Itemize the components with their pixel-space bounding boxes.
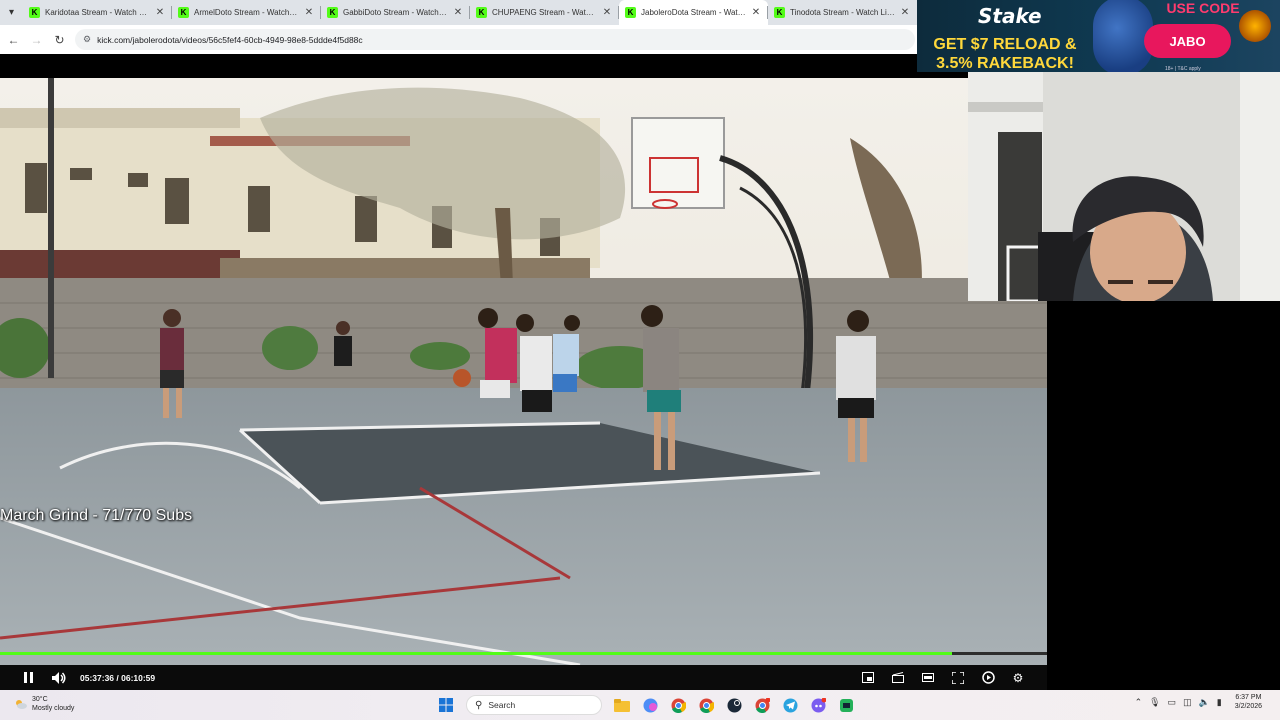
tab-search-icon[interactable]: ▾: [0, 0, 23, 25]
video-progress-bar[interactable]: [0, 652, 1047, 655]
video-time-display: 05:37:36 / 06:10:59: [80, 672, 156, 683]
ad-chip-icon: [1239, 10, 1271, 42]
tab-chupaeng[interactable]: K CHUPAENG Stream - Watch Live ✕: [470, 0, 619, 25]
miniplayer-icon[interactable]: [853, 665, 883, 690]
video-controls: 05:37:36 / 06:10:59 ⚙: [0, 665, 1047, 690]
tab-strip: ▾ K Karidotaa Stream - Watch Live ✕ K Ar…: [0, 0, 917, 25]
kick-favicon-icon: K: [327, 7, 338, 18]
playback-speed-icon[interactable]: [973, 665, 1003, 690]
display-icon[interactable]: ▭: [1168, 697, 1177, 708]
tab-gabbidoto[interactable]: K GabbiDoto Stream - Watch Live ✕: [321, 0, 470, 25]
close-tab-icon[interactable]: ✕: [154, 7, 166, 18]
weather-description: Mostly cloudy: [32, 705, 75, 712]
windows-start-icon[interactable]: [434, 693, 458, 717]
weather-temperature: 30°C: [32, 696, 48, 703]
tab-title: ArmelDoto Stream - Watch Live: [194, 8, 299, 17]
back-icon[interactable]: ←: [2, 28, 25, 51]
microphone-icon[interactable]: 🎙: [1149, 697, 1160, 708]
chevron-up-icon[interactable]: ⌃: [1135, 697, 1143, 708]
fullscreen-icon[interactable]: [943, 665, 973, 690]
webcam-feed-image: [968, 72, 1280, 301]
discord-icon[interactable]: [806, 693, 830, 717]
url-text: kick.com/jabolerodota/videos/56c5fef4-60…: [97, 34, 363, 45]
speaker-icon[interactable]: 🔈: [1199, 697, 1210, 708]
steam-icon[interactable]: [722, 693, 746, 717]
app-icon[interactable]: [834, 693, 858, 717]
tab-jabolerodota[interactable]: K JaboleroDota Stream - Watch L ✕: [619, 0, 768, 25]
clock-date: 3/2/2026: [1234, 703, 1262, 710]
ad-headline-2: 3.5% RAKEBACK!: [936, 55, 1074, 72]
kick-favicon-icon: K: [476, 7, 487, 18]
windows-taskbar: 30°C Mostly cloudy ⚲ Search ⌃ 🎙 ▭ ◫ 🔈 ▮ …: [0, 690, 1280, 720]
kick-favicon-icon: K: [625, 7, 636, 18]
tab-karidotaa[interactable]: K Karidotaa Stream - Watch Live ✕: [23, 0, 172, 25]
kick-favicon-icon: K: [29, 7, 40, 18]
streamer-webcam: [968, 72, 1280, 301]
cloud-icon: [16, 700, 27, 709]
close-tab-icon[interactable]: ✕: [899, 7, 911, 18]
chrome-app-icon[interactable]: [750, 693, 774, 717]
ad-promo-code: JABO: [1144, 24, 1231, 58]
ad-brand-logo: Stake: [978, 4, 1042, 28]
close-tab-icon[interactable]: ✕: [750, 7, 762, 18]
close-tab-icon[interactable]: ✕: [601, 7, 613, 18]
ad-headline-1: GET $7 RELOAD &: [933, 36, 1077, 53]
ad-use-code-label: USE CODE: [1166, 0, 1240, 16]
stake-ad-banner[interactable]: Stake GET $7 RELOAD & 3.5% RAKEBACK! USE…: [917, 0, 1280, 72]
search-icon: ⚲: [475, 699, 483, 711]
reload-icon[interactable]: ↻: [48, 28, 71, 51]
address-bar-row: ← → ↻ ⚙ kick.com/jabolerodota/videos/56c…: [0, 25, 917, 54]
video-frame-basketball-court: [0, 78, 1047, 665]
volume-icon[interactable]: [44, 665, 74, 690]
system-tray: ⌃ 🎙 ▭ ◫ 🔈 ▮ 6:37 PM 3/2/2026: [1135, 693, 1262, 711]
tab-title: JaboleroDota Stream - Watch L: [641, 8, 746, 17]
tab-armeldoto[interactable]: K ArmelDoto Stream - Watch Live ✕: [172, 0, 321, 25]
taskbar-apps: ⚲ Search: [434, 693, 858, 717]
tab-title: CHUPAENG Stream - Watch Live: [492, 8, 597, 17]
tab-title: Karidotaa Stream - Watch Live: [45, 8, 150, 17]
tab-tinodota[interactable]: K Tinodota Stream - Watch Live ✕: [768, 0, 917, 25]
tab-title: GabbiDoto Stream - Watch Live: [343, 8, 448, 17]
weather-widget[interactable]: 30°C Mostly cloudy: [14, 695, 74, 713]
network-icon[interactable]: ◫: [1183, 697, 1192, 708]
file-explorer-icon[interactable]: [610, 693, 634, 717]
taskbar-search-field[interactable]: ⚲ Search: [466, 695, 602, 715]
kick-favicon-icon: K: [178, 7, 189, 18]
chrome-profile-icon[interactable]: [694, 693, 718, 717]
tab-title: Tinodota Stream - Watch Live: [790, 8, 895, 17]
gear-icon[interactable]: ⚙: [1003, 665, 1033, 690]
taskbar-clock[interactable]: 6:37 PM 3/2/2026: [1235, 693, 1262, 711]
telegram-icon[interactable]: [778, 693, 802, 717]
site-info-icon[interactable]: ⚙: [83, 34, 91, 45]
theater-icon[interactable]: [913, 665, 943, 690]
pause-icon[interactable]: [14, 665, 44, 690]
kick-favicon-icon: K: [774, 7, 785, 18]
close-tab-icon[interactable]: ✕: [452, 7, 464, 18]
stream-overlay-text: March Grind - 71/770 Subs: [0, 507, 193, 524]
video-progress-fill: [0, 652, 953, 655]
clock-time: 6:37 PM: [1235, 694, 1262, 701]
battery-icon[interactable]: ▮: [1217, 697, 1222, 708]
search-placeholder: Search: [488, 700, 516, 710]
clip-icon[interactable]: [883, 665, 913, 690]
forward-icon[interactable]: →: [25, 28, 48, 51]
url-field[interactable]: ⚙ kick.com/jabolerodota/videos/56c5fef4-…: [75, 29, 915, 50]
close-tab-icon[interactable]: ✕: [303, 7, 315, 18]
video-player[interactable]: March Grind - 71/770 Subs: [0, 78, 1047, 665]
chrome-icon[interactable]: [666, 693, 690, 717]
copilot-icon[interactable]: [638, 693, 662, 717]
